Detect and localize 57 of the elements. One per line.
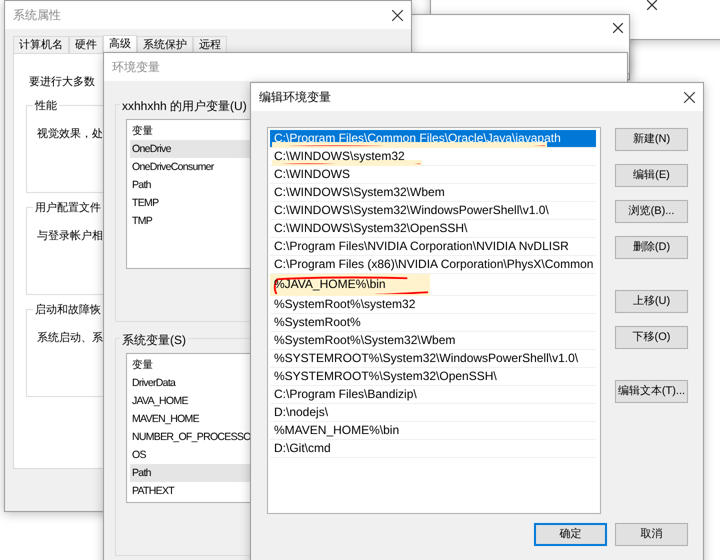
tab[interactable]: 高级 <box>103 35 137 53</box>
dialog-button[interactable]: 删除(D) <box>615 236 688 259</box>
dialog-button[interactable]: 浏览(B)... <box>615 200 688 223</box>
list-item[interactable]: OS <box>130 446 252 464</box>
dialog-button[interactable]: 下移(O) <box>615 326 688 349</box>
ok-button[interactable]: 确定 <box>534 523 607 546</box>
list-item[interactable]: MAVEN_HOME <box>130 410 252 428</box>
window-title: 编辑环境变量 <box>259 89 331 106</box>
cancel-button[interactable]: 取消 <box>615 523 688 546</box>
close-icon[interactable] <box>613 23 623 33</box>
window-title: 系统属性 <box>13 7 61 24</box>
group-description: 与登录帐户相 <box>37 228 103 244</box>
tab[interactable]: 硬件 <box>69 36 103 53</box>
tab[interactable]: 远程 <box>193 36 227 53</box>
list-item[interactable]: %SystemRoot%\System32\Wbem <box>270 332 596 350</box>
close-icon <box>392 10 402 20</box>
group-title: xxhhxhh 的用户变量(U) <box>120 97 249 115</box>
list-item[interactable]: Path <box>130 176 252 194</box>
list-item[interactable]: %SystemRoot%\system32 <box>270 296 596 314</box>
list-item[interactable]: C:\Program Files\Bandizip\ <box>270 386 596 404</box>
list-item[interactable]: C:\WINDOWS\system32 <box>270 148 596 166</box>
list-item[interactable]: C:\Program Files\NVIDIA Corporation\NVIDIA NvDLISR <box>270 238 596 256</box>
list-item[interactable]: OneDrive <box>130 140 252 158</box>
list-item[interactable]: D:\nodejs\ <box>270 404 596 422</box>
list-item[interactable]: C:\WINDOWS\System32\WindowsPowerShell\v1.0\ <box>270 202 596 220</box>
list-item[interactable]: %SYSTEMROOT%\System32\WindowsPowerShell\v1.0\ <box>270 350 596 368</box>
close-icon[interactable] <box>647 0 657 10</box>
list-item[interactable]: D:\Git\cmd <box>270 440 596 458</box>
dialog-button[interactable]: 上移(U) <box>615 290 688 313</box>
dialog-button[interactable]: 新建(N) <box>615 128 688 151</box>
list-item[interactable]: %SystemRoot% <box>270 314 596 332</box>
tab[interactable]: 计算机名 <box>13 36 69 53</box>
dialog-button[interactable]: 编辑文本(T)... <box>615 380 688 403</box>
list-item[interactable]: C:\WINDOWS\System32\OpenSSH\ <box>270 220 596 238</box>
list-item[interactable]: C:\WINDOWS <box>270 166 596 184</box>
list-item[interactable]: %MAVEN_HOME%\bin <box>270 422 596 440</box>
close-icon <box>684 92 694 102</box>
list-item[interactable]: OneDriveConsumer <box>130 158 252 176</box>
list-item[interactable]: DriverData <box>130 374 252 392</box>
window-title: 环境变量 <box>112 59 160 76</box>
group-description: 系统启动、系 <box>37 330 103 346</box>
group-title: 系统变量(S) <box>120 331 188 349</box>
column-header: 变量 <box>131 124 154 139</box>
group-description: 视觉效果，处 <box>37 126 103 142</box>
dialog-button[interactable]: 编辑(E) <box>615 164 688 187</box>
column-header: 变量 <box>131 358 154 373</box>
intro-text: 要进行大多数 <box>28 75 95 90</box>
list-item[interactable]: NUMBER_OF_PROCESSO <box>130 428 252 446</box>
list-item[interactable]: PATHEXT <box>130 482 252 500</box>
list-item[interactable]: TEMP <box>130 194 252 212</box>
list-item[interactable]: %SYSTEMROOT%\System32\OpenSSH\ <box>270 368 596 386</box>
list-item[interactable]: C:\Program Files\Common Files\Oracle\Java\javapath <box>270 130 596 148</box>
tab[interactable]: 系统保护 <box>137 36 193 53</box>
list-item[interactable]: C:\WINDOWS\System32\Wbem <box>270 184 596 202</box>
list-item[interactable]: TMP <box>130 212 252 230</box>
list-item[interactable]: JAVA_HOME <box>130 392 252 410</box>
list-item[interactable]: Path <box>130 464 252 482</box>
